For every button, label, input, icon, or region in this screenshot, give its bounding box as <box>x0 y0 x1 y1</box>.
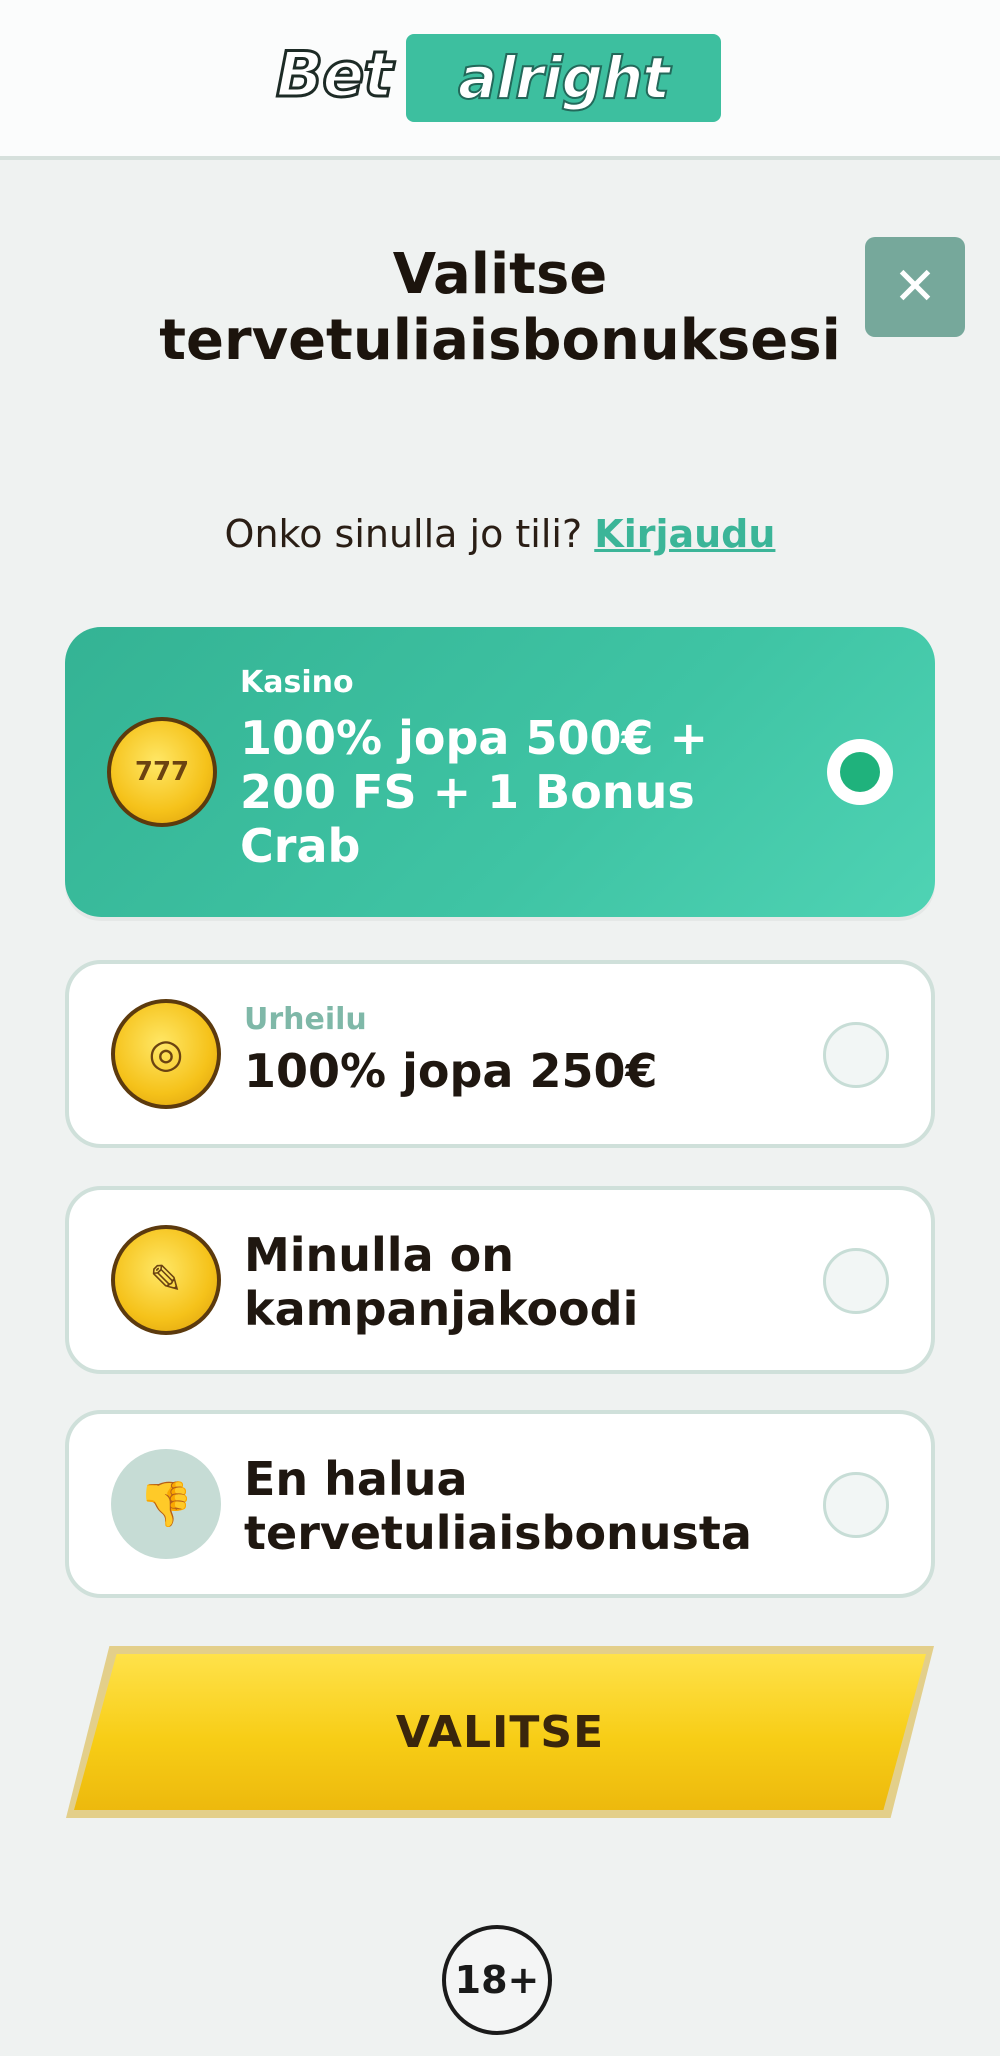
ticket-icon: ✎ <box>111 1225 221 1335</box>
page-title: Valitse tervetuliaisbonuksesi <box>159 242 841 373</box>
option-radio[interactable] <box>823 1472 889 1538</box>
bonus-option-no-bonus[interactable]: 👎 En halua tervetuliaisbonusta <box>65 1410 935 1598</box>
select-bonus-button[interactable]: VALITSE <box>66 1646 934 1818</box>
slot-machine-icon: 777 <box>107 717 217 827</box>
thumbs-down-icon: 👎 <box>111 1449 221 1559</box>
logo-text-bet: Bet <box>275 37 395 113</box>
option-radio[interactable] <box>827 739 893 805</box>
sports-ball-icon: ◎ <box>111 999 221 1109</box>
brand-logo[interactable]: Bet alright <box>275 34 721 124</box>
bonus-option-casino[interactable]: 777 Kasino 100% jopa 500€ + 200 FS + 1 B… <box>65 627 935 917</box>
login-link[interactable]: Kirjaudu <box>594 512 775 556</box>
radio-selected-dot <box>840 752 880 792</box>
header-bar: Bet alright <box>0 0 1000 160</box>
logo-text-alright: alright <box>457 43 671 113</box>
login-prompt-line: Onko sinulla jo tili? Kirjaudu <box>0 512 1000 556</box>
option-category: Urheilu <box>244 1002 367 1037</box>
login-prompt: Onko sinulla jo tili? <box>224 512 583 556</box>
close-button[interactable]: ✕ <box>865 237 965 337</box>
close-icon: ✕ <box>893 257 937 317</box>
option-radio[interactable] <box>823 1022 889 1088</box>
option-title: 100% jopa 250€ <box>244 1044 658 1098</box>
option-radio[interactable] <box>823 1248 889 1314</box>
bonus-option-promo-code[interactable]: ✎ Minulla on kampanjakoodi <box>65 1186 935 1374</box>
option-title: 100% jopa 500€ + 200 FS + 1 Bonus Crab <box>240 711 709 873</box>
logo-badge: alright <box>406 34 721 122</box>
option-category: Kasino <box>240 665 354 700</box>
bonus-option-sports[interactable]: ◎ Urheilu 100% jopa 250€ <box>65 960 935 1148</box>
option-title: Minulla on kampanjakoodi <box>244 1228 639 1336</box>
age-restriction-badge: 18+ <box>442 1925 552 2035</box>
select-bonus-label: VALITSE <box>395 1706 605 1758</box>
option-title: En halua tervetuliaisbonusta <box>244 1452 752 1560</box>
